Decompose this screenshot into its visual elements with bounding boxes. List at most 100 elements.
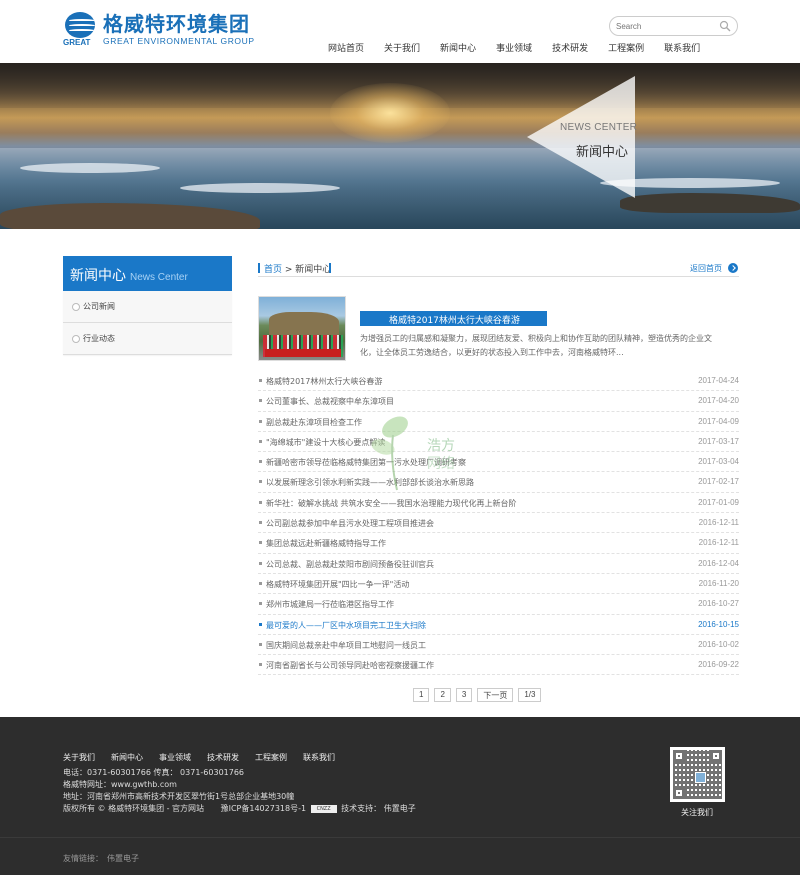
news-date: 2017-01-09 [698, 497, 739, 507]
bullet-icon [259, 622, 262, 626]
footer-icp[interactable]: 豫ICP备14027318号-1 [221, 804, 306, 813]
featured-news-image[interactable] [258, 296, 346, 361]
news-title[interactable]: 副总裁赴东漳项目检查工作 [266, 417, 362, 428]
friend-link[interactable]: 伟置电子 [107, 854, 139, 863]
news-title[interactable]: 最可爱的人——厂区中水项目完工卫生大扫除 [266, 620, 426, 631]
logo-name-en: GREAT ENVIRONMENTAL GROUP [103, 36, 255, 46]
news-date: 2016-12-04 [698, 558, 739, 568]
news-title[interactable]: 公司董事长、总裁视察中牟东漳项目 [266, 396, 394, 407]
back-home-link[interactable]: 返回首页 [690, 263, 722, 274]
search-box [609, 16, 738, 36]
footer-link-contact[interactable]: 联系我们 [303, 752, 335, 763]
bullet-icon [259, 460, 262, 464]
news-list-item[interactable]: 格威特环境集团开展"四比一争一评"活动 2016-11-20 [258, 574, 739, 595]
bullet-icon [259, 480, 262, 484]
nav-news[interactable]: 新闻中心 [430, 42, 486, 56]
news-list-item[interactable]: 新华社：破解水挑战 共筑水安全——我国水治理能力现代化再上新台阶 2017-01-… [258, 493, 739, 514]
breadcrumb-bar [258, 263, 260, 273]
sidebar-item-industry-news[interactable]: 行业动态 [63, 323, 232, 355]
news-date: 2016-09-22 [698, 660, 739, 670]
news-list-item[interactable]: 公司总裁、副总裁赴荥阳市剧间预备役驻训官兵 2016-12-04 [258, 554, 739, 574]
news-date: 2017-04-20 [698, 396, 739, 406]
bullet-icon [259, 581, 262, 585]
bullet-icon [259, 541, 262, 545]
news-list-item[interactable]: 河南省副省长与公司领导同赴哈密视察援疆工作 2016-09-22 [258, 655, 739, 676]
news-title[interactable]: 公司副总裁参加中牟县污水处理工程项目推进会 [266, 518, 434, 529]
nav-home[interactable]: 网站首页 [318, 42, 374, 56]
news-date: 2017-04-24 [698, 376, 739, 385]
footer-link-business[interactable]: 事业领域 [159, 752, 191, 763]
qr-label: 关注我们 [681, 808, 713, 817]
nav-research[interactable]: 技术研发 [542, 42, 598, 56]
footer-link-news[interactable]: 新闻中心 [111, 752, 143, 763]
footer-copyright-line: 版权所有 © 格威特环境集团 - 官方网站 豫ICP备14027318号-1 C… [63, 803, 416, 814]
news-list-item[interactable]: 以发展新理念引领水利新实践——水利部部长谈治水新思路 2017-02-17 [258, 472, 739, 493]
news-title[interactable]: 以发展新理念引领水利新实践——水利部部长谈治水新思路 [266, 477, 474, 488]
news-date: 2016-10-27 [698, 599, 739, 609]
news-title[interactable]: 河南省副省长与公司领导同赴哈密视察援疆工作 [266, 660, 434, 671]
news-list-item[interactable]: 集团总裁远赴新疆格威特指导工作 2016-12-11 [258, 533, 739, 554]
news-list-item[interactable]: 格威特2017林州太行大峡谷春游 2017-04-24 [258, 371, 739, 392]
footer-link-cases[interactable]: 工程案例 [255, 752, 287, 763]
news-date: 2016-11-20 [698, 578, 739, 588]
nav-cases[interactable]: 工程案例 [598, 42, 654, 56]
bullet-icon [259, 379, 262, 382]
search-icon[interactable] [719, 20, 731, 32]
news-list-item[interactable]: 副总裁赴东漳项目检查工作 2017-04-09 [258, 412, 739, 432]
news-title[interactable]: 郑州市城建局一行莅临港区指导工作 [266, 599, 394, 610]
bullet-icon [259, 663, 262, 667]
sidebar-item-company-news[interactable]: 公司新闻 [63, 291, 232, 323]
page-1-button[interactable]: 1 [413, 688, 430, 702]
news-list-item[interactable]: 公司董事长、总裁视察中牟东漳项目 2017-04-20 [258, 391, 739, 412]
sidebar-title: 新闻中心 News Center [63, 256, 232, 291]
news-list-item[interactable]: 最可爱的人——厂区中水项目完工卫生大扫除 2016-10-15 [258, 615, 739, 635]
footer-address: 地址：河南省郑州市高新技术开发区翠竹街1号总部企业基地30幢 [63, 792, 295, 801]
next-page-button[interactable]: 下一页 [477, 688, 514, 702]
nav-about[interactable]: 关于我们 [374, 42, 430, 56]
news-title[interactable]: "海绵城市"建设十大核心要点解读 [266, 437, 385, 448]
news-list-item[interactable]: 郑州市城建局一行莅临港区指导工作 2016-10-27 [258, 594, 739, 615]
bullet-icon [259, 642, 262, 646]
logo-mark-icon: GREAT [63, 12, 97, 48]
cnzz-badge-icon[interactable]: CNZZ [310, 804, 337, 813]
news-date: 2017-02-17 [698, 477, 739, 487]
footer-support: 技术支持： 伟置电子 [341, 804, 416, 813]
nav-contact[interactable]: 联系我们 [654, 42, 710, 56]
radio-dot-icon [72, 302, 80, 311]
featured-news-desc: 为增强员工的归属感和凝聚力，展现团结友爱、积极向上和协作互助的团队精神，塑造优秀… [360, 334, 712, 357]
news-title[interactable]: 集团总裁远赴新疆格威特指导工作 [266, 538, 386, 549]
news-date: 2017-04-09 [698, 416, 739, 426]
breadcrumb-home[interactable]: 首页 [264, 265, 282, 275]
news-title[interactable]: 公司总裁、副总裁赴荥阳市剧间预备役驻训官兵 [266, 559, 434, 570]
news-title[interactable]: 新疆哈密市领导莅临格威特集团第一污水处理厂调研考察 [266, 457, 466, 468]
news-title[interactable]: 格威特2017林州太行大峡谷春游 [266, 376, 382, 387]
nav-business[interactable]: 事业领域 [486, 42, 542, 56]
news-title[interactable]: 格威特环境集团开展"四比一争一评"活动 [266, 579, 409, 590]
bullet-icon [259, 399, 262, 403]
bullet-icon [259, 439, 262, 443]
footer-website: 格威特网址：www.gwthb.com [63, 780, 177, 789]
page-3-button[interactable]: 3 [455, 688, 473, 702]
page-2-button[interactable]: 2 [434, 688, 451, 702]
news-title[interactable]: 国庆期间总裁亲赴中牟项目工地慰问一线员工 [266, 640, 426, 651]
search-input[interactable] [616, 20, 716, 33]
logo[interactable]: GREAT 格威特环境集团 GREAT ENVIRONMENTAL GROUP [63, 12, 255, 48]
news-list-item[interactable]: "海绵城市"建设十大核心要点解读 2017-03-17 [258, 432, 739, 453]
page-indicator: 1/3 [518, 688, 542, 702]
sidebar-title-en: News Center [130, 272, 188, 283]
breadcrumb-current: 新闻中心 [295, 265, 332, 275]
news-list-item[interactable]: 公司副总裁参加中牟县污水处理工程项目推进会 2016-12-11 [258, 513, 739, 534]
news-title[interactable]: 新华社：破解水挑战 共筑水安全——我国水治理能力现代化再上新台阶 [266, 498, 517, 509]
bullet-icon [259, 602, 262, 606]
footer-nav: 关于我们 新闻中心 事业领域 技术研发 工程案例 联系我们 [63, 752, 351, 763]
arrow-right-icon[interactable] [728, 263, 738, 273]
sidebar-item-label: 公司新闻 [83, 302, 115, 311]
news-list-item[interactable]: 国庆期间总裁亲赴中牟项目工地慰问一线员工 2016-10-02 [258, 635, 739, 656]
banner-foam [180, 183, 340, 193]
news-list-item[interactable]: 新疆哈密市领导莅临格威特集团第一污水处理厂调研考察 2017-03-04 [258, 452, 739, 473]
footer-link-research[interactable]: 技术研发 [207, 752, 239, 763]
footer-link-about[interactable]: 关于我们 [63, 752, 95, 763]
footer-copyright: 版权所有 © 格威特环境集团 - 官方网站 [63, 804, 205, 813]
banner-title-en: NEWS CENTER [560, 122, 638, 133]
featured-news-title[interactable]: 格威特2017林州太行大峡谷春游 [360, 311, 547, 326]
